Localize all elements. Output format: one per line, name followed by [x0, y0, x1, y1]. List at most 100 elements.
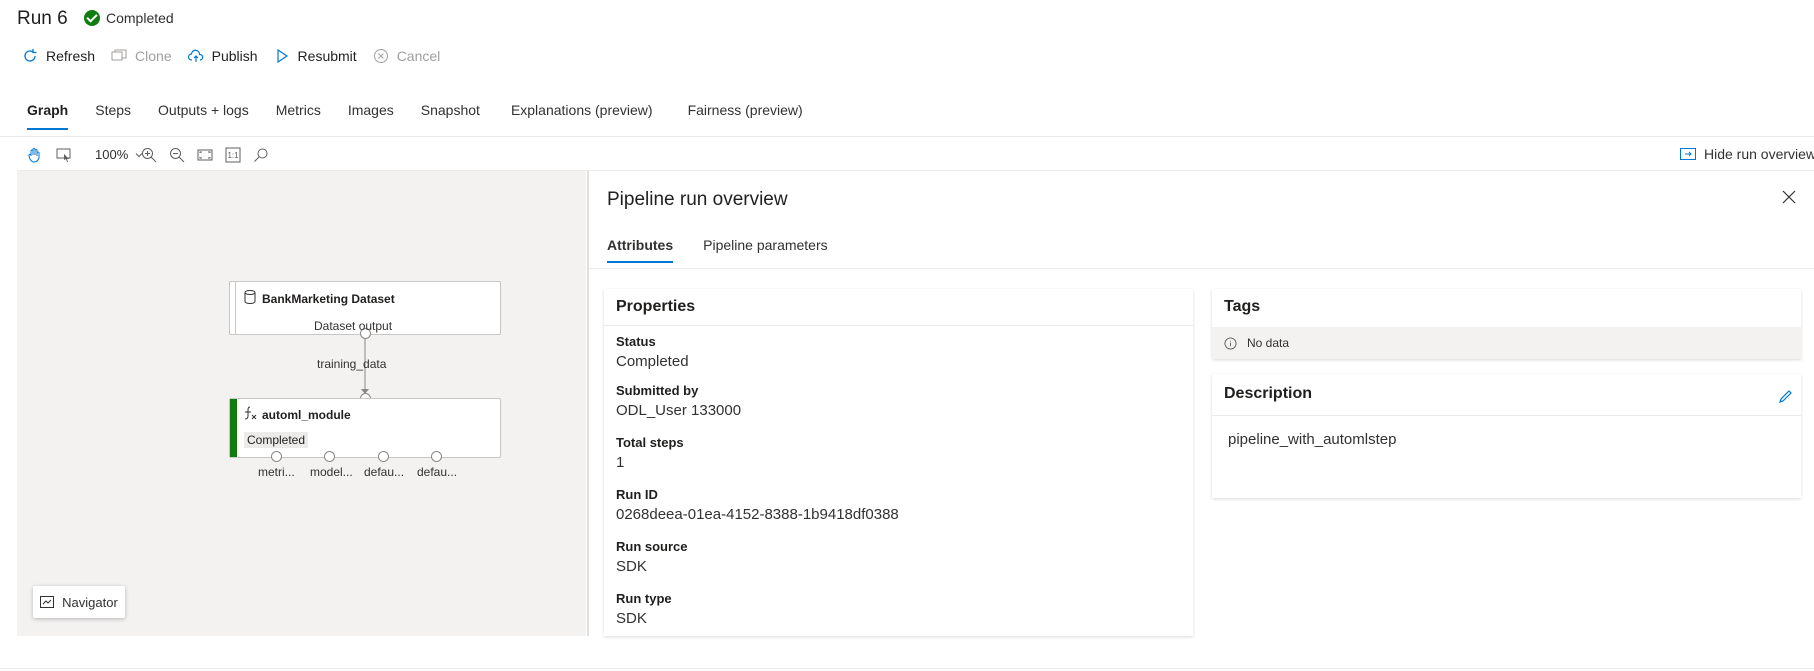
output-port-default-1[interactable] — [378, 451, 389, 462]
dataset-node-title: BankMarketing Dataset — [262, 292, 395, 306]
property-key: Run type — [616, 591, 672, 606]
navigator-button[interactable]: Navigator — [33, 586, 125, 618]
hide-run-overview-label: Hide run overview — [1704, 146, 1814, 162]
run-status-label: Completed — [106, 10, 174, 26]
description-heading: Description — [1224, 385, 1313, 402]
play-icon — [276, 48, 288, 64]
command-bar: Refresh Clone Publish Resubmit Cancel — [22, 48, 456, 64]
automl-module-node[interactable]: automl_module Completed — [229, 398, 501, 458]
graph-toolbar: 100% 1:1 Hide run overview — [17, 140, 1814, 171]
status-accent — [230, 399, 237, 457]
tags-heading: Tags — [1224, 298, 1261, 315]
resubmit-button[interactable]: Resubmit — [274, 48, 357, 64]
refresh-button[interactable]: Refresh — [22, 48, 95, 64]
close-icon[interactable] — [1782, 190, 1796, 204]
properties-card: Properties Status Completed Submitted by… — [604, 289, 1193, 636]
tags-empty: No data — [1212, 327, 1801, 359]
training-data-label: training_data — [317, 357, 387, 371]
actual-size-label: 1:1 — [227, 150, 239, 160]
zoom-value: 100% — [95, 147, 129, 162]
database-icon — [244, 290, 256, 304]
select-icon — [56, 148, 71, 162]
no-data-label: No data — [1247, 336, 1290, 350]
property-value: Completed — [616, 353, 689, 370]
tab-images[interactable]: Images — [348, 102, 394, 130]
automl-module-title: automl_module — [262, 408, 351, 422]
cancel-button[interactable]: Cancel — [373, 48, 440, 64]
output-label-default-2: defau... — [417, 465, 458, 479]
hand-icon — [28, 148, 40, 163]
node-accent — [235, 282, 236, 334]
tab-explanations[interactable]: Explanations (preview) — [511, 102, 653, 130]
tab-outputs-logs[interactable]: Outputs + logs — [158, 102, 249, 130]
tab-attributes[interactable]: Attributes — [607, 237, 674, 263]
properties-divider — [604, 325, 1193, 326]
property-value[interactable]: 0268deea-01ea-4152-8388-1b9418df0388 — [616, 506, 899, 523]
panel-tabs: Attributes Pipeline parameters — [607, 237, 858, 263]
property-submitted-by: Submitted by ODL_User 133000 — [616, 383, 741, 419]
publish-button[interactable]: Publish — [187, 48, 258, 64]
pan-tool-button[interactable] — [19, 140, 49, 170]
property-key: Submitted by — [616, 383, 699, 398]
graph-canvas[interactable]: BankMarketing Dataset Dataset output tra… — [17, 171, 586, 636]
output-port-default-2[interactable] — [431, 451, 442, 462]
property-total-steps: Total steps 1 — [616, 435, 684, 471]
tab-steps[interactable]: Steps — [95, 102, 131, 130]
navigator-icon — [40, 596, 55, 608]
panel-icon — [1680, 148, 1696, 160]
property-run-id: Run ID 0268deea-01ea-4152-8388-1b9418df0… — [616, 487, 899, 523]
property-value: SDK — [616, 558, 647, 575]
output-port-metrics[interactable] — [271, 451, 282, 462]
zoom-out-button[interactable] — [162, 140, 192, 170]
fit-screen-icon — [197, 149, 213, 161]
run-status: Completed — [84, 10, 174, 26]
info-icon — [1224, 336, 1237, 350]
clone-button[interactable]: Clone — [111, 48, 172, 64]
property-value: 1 — [616, 454, 625, 471]
panel-tabs-divider — [589, 268, 1814, 269]
property-key: Status — [616, 334, 656, 349]
output-port-model[interactable] — [324, 451, 335, 462]
run-tabs: Graph Steps Outputs + logs Metrics Image… — [27, 102, 830, 130]
zoom-in-icon — [142, 148, 157, 163]
property-key: Run source — [616, 539, 688, 554]
property-key: Run ID — [616, 487, 658, 502]
cloud-upload-icon — [187, 49, 203, 62]
actual-size-button[interactable]: 1:1 — [218, 140, 248, 170]
output-label-default-1: defau... — [364, 465, 405, 479]
tab-graph[interactable]: Graph — [27, 102, 69, 130]
hide-run-overview-button[interactable]: Hide run overview — [1680, 146, 1814, 162]
property-status: Status Completed — [616, 334, 689, 370]
tags-card: Tags No data — [1212, 289, 1801, 359]
check-circle-icon — [84, 10, 100, 26]
tab-snapshot[interactable]: Snapshot — [421, 102, 480, 130]
output-label-metrics: metri... — [258, 465, 295, 479]
status-badge: Completed — [244, 432, 309, 448]
output-label-model: model... — [310, 465, 353, 479]
navigator-label: Navigator — [62, 594, 118, 610]
search-icon — [254, 148, 268, 162]
panel-title: Pipeline run overview — [607, 189, 788, 210]
edit-icon[interactable] — [1777, 389, 1793, 405]
clone-icon — [111, 49, 127, 61]
select-tool-button[interactable] — [49, 140, 79, 170]
properties-heading: Properties — [616, 298, 696, 315]
dataset-output-label: Dataset output — [314, 319, 393, 333]
cancel-icon — [373, 49, 388, 63]
property-value: ODL_User 133000 — [616, 402, 742, 419]
function-icon — [244, 406, 257, 420]
description-text: pipeline_with_automlstep — [1228, 431, 1397, 448]
tab-pipeline-parameters[interactable]: Pipeline parameters — [703, 237, 828, 263]
description-card: Description pipeline_with_automlstep — [1212, 374, 1801, 498]
search-button[interactable] — [246, 140, 276, 170]
fit-to-screen-button[interactable] — [190, 140, 220, 170]
refresh-icon — [24, 49, 37, 62]
property-run-type: Run type SDK — [616, 591, 672, 627]
tab-fairness[interactable]: Fairness (preview) — [688, 102, 803, 130]
tabs-divider — [0, 136, 1814, 137]
zoom-in-button[interactable] — [134, 140, 164, 170]
bottom-divider — [0, 668, 1814, 669]
run-title: Run 6 — [17, 8, 68, 29]
tab-metrics[interactable]: Metrics — [276, 102, 321, 130]
property-key: Total steps — [616, 435, 684, 450]
